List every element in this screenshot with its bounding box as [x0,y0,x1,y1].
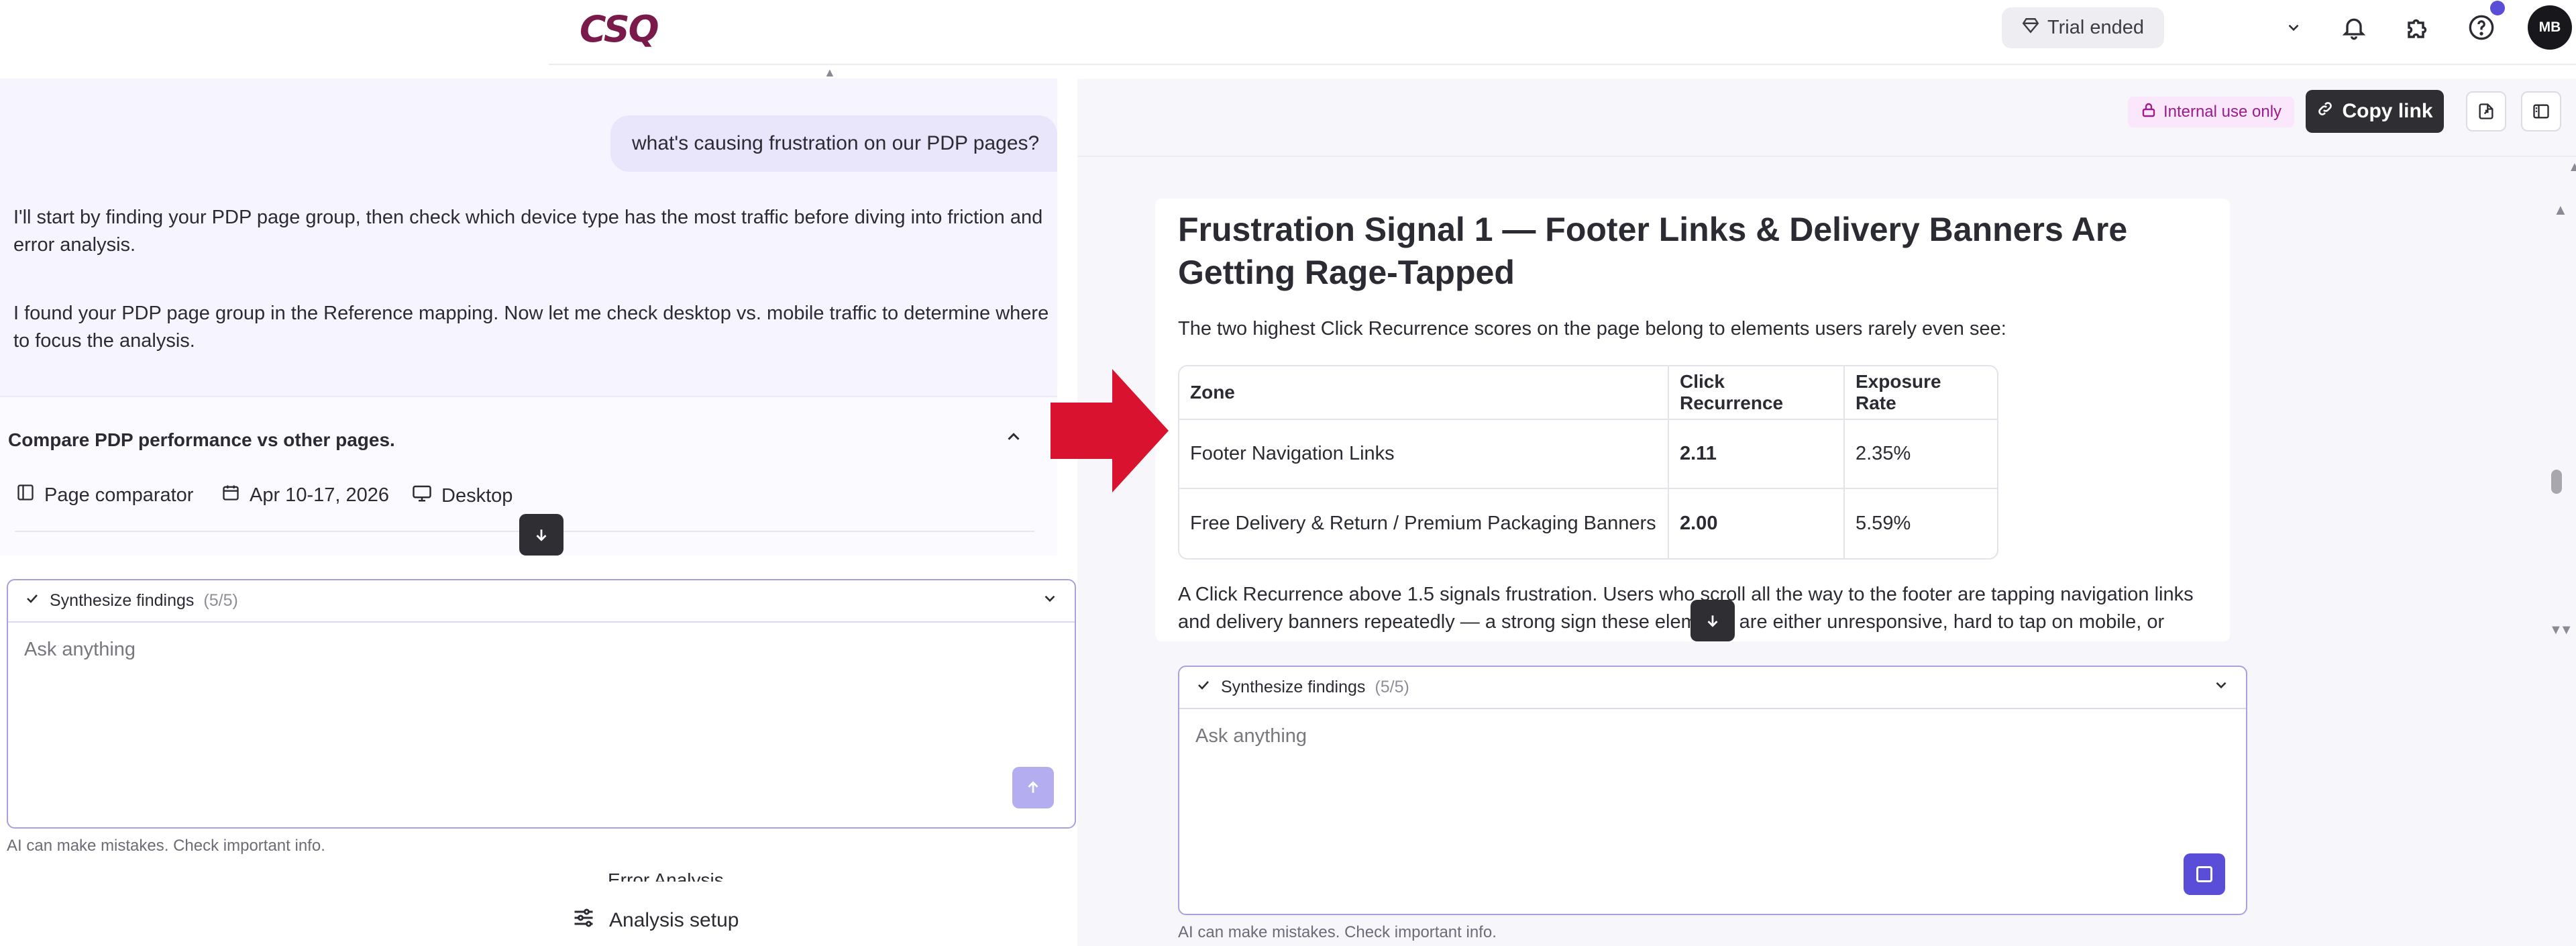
export-icon[interactable] [2466,91,2506,132]
tool-call-title: Compare PDP performance vs other pages. [8,429,395,450]
link-icon [2316,100,2334,123]
table-cell: Free Delivery & Return / Premium Packagi… [1179,489,1669,558]
scroll-up-icon[interactable]: ▲ [2568,160,2576,175]
chevron-up-icon[interactable] [1004,427,1024,450]
scroll-to-bottom-button[interactable] [1690,600,1735,641]
monitor-icon [412,483,432,509]
notification-dot [2490,1,2505,15]
assistant-message: I found your PDP page group in the Refer… [13,303,1049,352]
date-range: Apr 10-17, 2026 [221,483,389,507]
disclaimer: AI can make mistakes. Check important in… [1178,923,1497,941]
table-header-row: Zone Click Recurrence Exposure Rate [1179,366,1997,420]
check-icon [1195,677,1212,698]
disclaimer: AI can make mistakes. Check important in… [7,837,325,855]
device-type: Desktop [412,483,513,509]
scrollbar-thumb[interactable] [2551,470,2562,494]
chevron-down-icon[interactable] [2212,676,2230,698]
user-message-bubble: what's causing frustration on our PDP pa… [610,115,1057,172]
table-header: Zone [1179,366,1669,420]
panel-icon [16,483,35,507]
table-row: Footer Navigation Links 2.11 2.35% [1179,420,1997,489]
table-cell: 2.00 [1669,489,1845,558]
scroll-up-icon[interactable]: ▲ [2553,201,2568,219]
zone-table: Zone Click Recurrence Exposure Rate Foot… [1178,365,1998,560]
assistant-message: I'll start by finding your PDP page grou… [13,207,1043,256]
puzzle-icon[interactable] [2402,11,2435,44]
help-icon[interactable] [2465,11,2498,44]
top-header [549,0,2576,65]
date-range-label: Apr 10-17, 2026 [250,484,389,506]
scroll-down-icon[interactable]: ▼▼ [2549,623,2573,638]
chat-input[interactable]: Ask anything [1179,709,2246,764]
table-header: Exposure Rate [1845,366,1997,420]
report-intro: The two highest Click Recurrence scores … [1178,318,2006,339]
table-cell: 2.35% [1845,420,1997,489]
sliders-icon [572,906,596,935]
internal-use-label: Internal use only [2163,103,2282,121]
sidebar-toggle-icon[interactable] [2521,91,2561,132]
status-label: Synthesize findings [1221,678,1366,696]
right-chat-input-box: Synthesize findings (5/5) Ask anything [1178,666,2247,915]
status-count: (5/5) [1375,678,1409,696]
sidebar-item-analysis-setup[interactable]: Analysis setup [572,906,739,935]
sidebar-item-error-analysis[interactable]: Error Analysis [608,870,724,882]
diamond-icon [2022,17,2039,40]
red-arrow-annotation [1051,369,1169,492]
avatar[interactable]: MB [2528,5,2572,50]
table-cell: 5.59% [1856,513,1911,534]
chat-input[interactable]: Ask anything [8,623,1075,677]
chevron-down-icon[interactable] [1041,590,1059,612]
calendar-icon [221,483,240,507]
table-cell: Footer Navigation Links [1179,420,1669,489]
report-heading: Frustration Signal 1 — Footer Links & De… [1178,211,2128,291]
status-count: (5/5) [203,591,238,610]
lock-icon [2141,102,2157,123]
synthesize-findings-status[interactable]: Synthesize findings (5/5) [1179,667,2246,709]
trial-ended-badge[interactable]: Trial ended [2002,7,2164,48]
analysis-setup-label: Analysis setup [609,909,739,931]
synthesize-findings-status[interactable]: Synthesize findings (5/5) [8,580,1075,623]
internal-use-badge: Internal use only [2128,97,2294,127]
send-button[interactable] [1012,767,1054,808]
device-type-label: Desktop [441,484,513,507]
chevron-down-icon[interactable] [2277,11,2310,44]
table-header: Click Recurrence [1669,366,1845,420]
table-cell: 2.11 [1669,420,1845,489]
check-icon [24,590,40,611]
table-row: Free Delivery & Return / Premium Packagi… [1179,489,1997,558]
stop-button[interactable] [2184,853,2225,895]
copy-link-button[interactable]: Copy link [2306,90,2444,133]
logo[interactable]: CSQ [580,8,659,50]
status-label: Synthesize findings [50,591,195,610]
tool-name: Page comparator [16,483,193,507]
stop-icon [2196,866,2212,882]
left-chat-input-box: Synthesize findings (5/5) Ask anything [7,579,1076,829]
bell-icon[interactable] [2337,11,2371,44]
scroll-to-bottom-button[interactable] [519,514,564,556]
copy-link-label: Copy link [2342,100,2433,122]
trial-ended-label: Trial ended [2047,17,2144,38]
tool-name-label: Page comparator [44,484,194,506]
caret-up-icon[interactable]: ▲ [824,66,836,80]
